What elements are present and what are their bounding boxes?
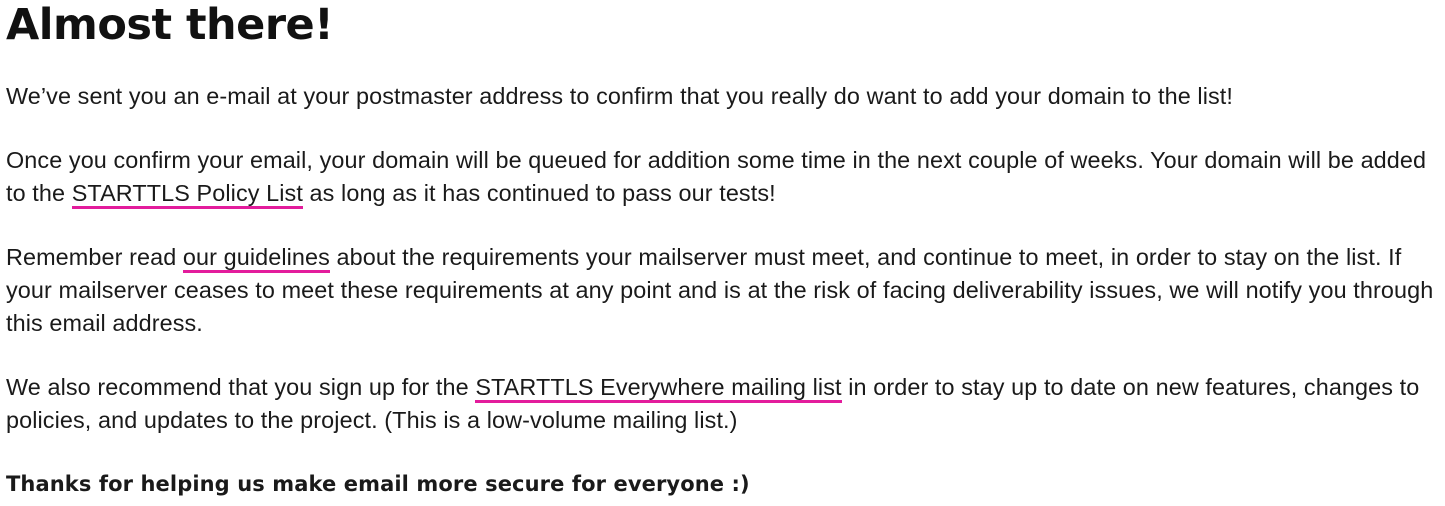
mailing-list-text-before: We also recommend that you sign up for t… [6, 374, 476, 400]
guidelines-link[interactable]: our guidelines [182, 244, 330, 273]
mailing-list-link[interactable]: STARTTLS Everywhere mailing list [475, 374, 842, 403]
guidelines-text-before: Remember read [6, 244, 183, 270]
queue-paragraph: Once you confirm your email, your domain… [6, 144, 1436, 210]
main-content: Almost there! We’ve sent you an e-mail a… [0, 0, 1436, 501]
thanks-message: Thanks for helping us make email more se… [6, 472, 750, 496]
confirmation-paragraph: We’ve sent you an e-mail at your postmas… [6, 83, 1233, 109]
starttls-policy-list-link[interactable]: STARTTLS Policy List [71, 180, 303, 209]
guidelines-paragraph: Remember read our guidelines about the r… [6, 241, 1436, 340]
page-title: Almost there! [6, 0, 334, 50]
queue-text-after: as long as it has continued to pass our … [302, 180, 776, 206]
mailing-list-paragraph: We also recommend that you sign up for t… [6, 371, 1436, 437]
